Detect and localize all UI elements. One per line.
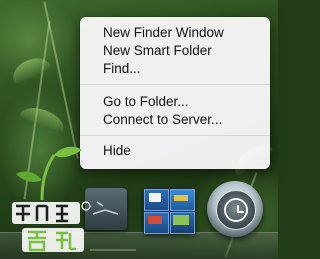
menu-item-go-to-folder[interactable]: Go to Folder... [103,94,189,110]
spaces-icon[interactable] [143,188,195,234]
window-thumbnail [174,195,188,201]
clock-icon [224,198,248,222]
time-machine-icon[interactable] [207,181,263,237]
window-thumbnail [149,193,161,202]
leaf-shape [18,102,68,134]
clock-minute-hand [237,211,244,213]
watermark-logo-image [12,146,136,252]
window-thumbnail [173,215,189,225]
menu-item-connect-to-server[interactable]: Connect to Server... [103,112,222,128]
window-thumbnail [148,216,162,224]
menu-separator [80,84,270,85]
menu-item-new-smart-folder[interactable]: New Smart Folder [103,43,212,59]
time-machine-inner [216,190,256,230]
menu-item-new-finder-window[interactable]: New Finder Window [103,25,224,41]
grass-stem [43,1,79,159]
menu-separator [80,135,270,136]
menu-item-find[interactable]: Find... [103,61,141,77]
yesky-watermark-logo [4,140,139,256]
